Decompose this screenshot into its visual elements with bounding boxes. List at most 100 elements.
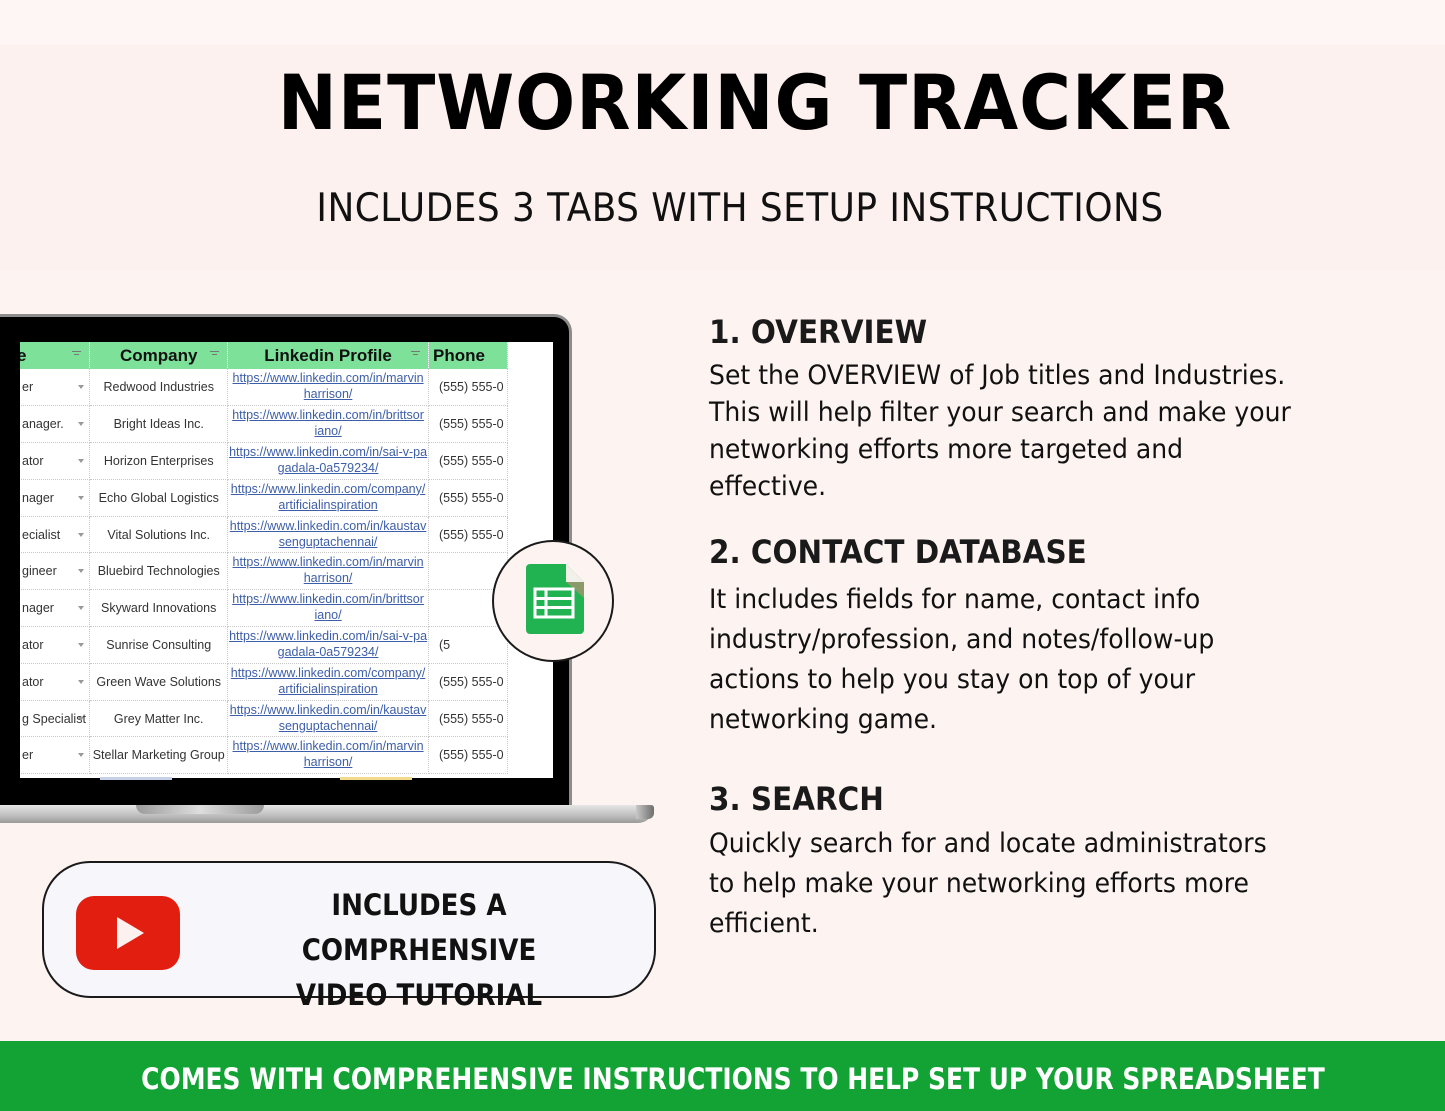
table-row[interactable]: nager Echo Global Logistics https://www.li… — [20, 479, 509, 517]
job-title-cell[interactable]: anager. — [20, 405, 91, 444]
job-title-cell[interactable]: ator — [20, 626, 91, 664]
linkedin-cell[interactable]: https://www.linkedin.com/company/artific… — [227, 479, 429, 517]
filter-icon[interactable] — [410, 351, 420, 358]
table-row[interactable]: ator Horizon Enterprises https://www.linke… — [20, 442, 509, 480]
contacts-table: e Company Linkedin Profile Phone er Redwo… — [20, 342, 509, 775]
linkedin-cell[interactable]: https://www.linkedin.com/in/brittsor iano… — [227, 589, 429, 628]
linkedin-link[interactable]: https://www.linkedin.com/company/ — [228, 481, 427, 497]
linkedin-cell[interactable]: https://www.linkedin.com/in/sai-v-pa gada… — [227, 442, 429, 480]
linkedin-link[interactable]: artificialinspiration — [228, 681, 427, 697]
dropdown-arrow-icon[interactable] — [78, 716, 85, 721]
linkedin-link[interactable]: harrison/ — [228, 570, 427, 586]
job-title-cell[interactable]: er — [20, 369, 91, 407]
company-cell[interactable]: Bluebird Technologies — [89, 552, 229, 591]
job-title-cell[interactable]: gineer — [20, 552, 91, 591]
linkedin-link[interactable]: iano/ — [228, 423, 427, 439]
linkedin-cell[interactable]: https://www.linkedin.com/in/marvin harris… — [227, 369, 429, 407]
dropdown-arrow-icon[interactable] — [78, 385, 85, 390]
linkedin-cell[interactable]: https://www.linkedin.com/in/marvin harris… — [227, 552, 429, 591]
phone-cell[interactable]: (555) 555-0 — [428, 663, 509, 701]
linkedin-link[interactable]: harrison/ — [228, 754, 427, 770]
table-row[interactable]: gineer Bluebird Technologies https://www.l… — [20, 552, 509, 591]
phone-cell[interactable]: (555) 555-0 — [428, 516, 509, 554]
table-row[interactable]: er Redwood Industries https://www.linkedin… — [20, 369, 509, 407]
linkedin-link[interactable]: https://www.linkedin.com/in/brittsor — [228, 591, 427, 607]
job-title-cell[interactable]: nager — [20, 479, 91, 517]
job-title-cell[interactable]: g Specialist — [20, 700, 91, 738]
job-title-cell[interactable]: ecialist — [20, 516, 91, 554]
dropdown-arrow-icon[interactable] — [78, 495, 85, 500]
job-title-cell[interactable]: ator — [20, 663, 91, 701]
linkedin-link[interactable]: artificialinspiration — [228, 497, 427, 513]
company-cell[interactable]: Bright Ideas Inc. — [89, 405, 229, 444]
phone-cell[interactable]: (5 — [428, 626, 509, 664]
table-header-row: e Company Linkedin Profile Phone — [20, 342, 509, 369]
dropdown-arrow-icon[interactable] — [78, 422, 85, 427]
job-title-cell[interactable]: ator — [20, 442, 91, 480]
company-cell[interactable]: Horizon Enterprises — [89, 442, 229, 480]
sheet-tab-strip — [340, 777, 412, 780]
linkedin-link[interactable]: https://www.linkedin.com/in/sai-v-pa — [228, 444, 427, 460]
linkedin-cell[interactable]: https://www.linkedin.com/in/kaustav sengu… — [227, 516, 429, 554]
dropdown-arrow-icon[interactable] — [78, 642, 85, 647]
linkedin-link[interactable]: senguptachennai/ — [228, 534, 427, 550]
dropdown-arrow-icon[interactable] — [78, 606, 85, 611]
phone-cell[interactable]: (555) 555-0 — [428, 442, 509, 480]
table-row[interactable]: nager Skyward Innovations https://www.link… — [20, 589, 509, 628]
linkedin-link[interactable]: https://www.linkedin.com/in/marvin — [228, 370, 427, 386]
company-cell[interactable]: Sunrise Consulting — [89, 626, 229, 664]
linkedin-cell[interactable]: https://www.linkedin.com/in/sai-v-pa gada… — [227, 626, 429, 664]
filter-icon[interactable] — [210, 351, 220, 358]
dropdown-arrow-icon[interactable] — [78, 458, 85, 463]
table-row[interactable]: er Stellar Marketing Group https://www.lin… — [20, 736, 509, 775]
table-row[interactable]: g Specialist Grey Matter Inc. https://www.… — [20, 700, 509, 738]
linkedin-link[interactable]: https://www.linkedin.com/in/kaustav — [228, 702, 427, 718]
linkedin-link[interactable]: iano/ — [228, 607, 427, 623]
linkedin-link[interactable]: gadala-0a579234/ — [228, 460, 427, 476]
linkedin-link[interactable]: https://www.linkedin.com/in/sai-v-pa — [228, 628, 427, 644]
linkedin-link[interactable]: harrison/ — [228, 386, 427, 402]
filter-icon[interactable] — [72, 351, 82, 358]
job-title-cell[interactable]: nager — [20, 589, 91, 628]
table-row[interactable]: ator Green Wave Solutions https://www.link… — [20, 663, 509, 701]
linkedin-cell[interactable]: https://www.linkedin.com/in/brittsor iano… — [227, 405, 429, 444]
company-cell[interactable]: Vital Solutions Inc. — [89, 516, 229, 554]
table-row[interactable]: ecialist Vital Solutions Inc. https://www.… — [20, 516, 509, 554]
company-cell[interactable]: Stellar Marketing Group — [89, 736, 229, 775]
company-cell[interactable]: Redwood Industries — [89, 369, 229, 407]
phone-cell[interactable]: (555) 555-0 — [428, 736, 509, 775]
page-subtitle: INCLUDES 3 TABS WITH SETUP INSTRUCTIONS — [316, 186, 1164, 231]
linkedin-cell[interactable]: https://www.linkedin.com/in/marvin harris… — [227, 736, 429, 775]
dropdown-arrow-icon[interactable] — [78, 679, 85, 684]
phone-cell[interactable]: (555) 555-0 — [428, 700, 509, 738]
linkedin-link[interactable]: https://www.linkedin.com/in/marvin — [228, 738, 427, 754]
video-tutorial-badge[interactable]: INCLUDES A COMPRHENSIVE VIDEO TUTORIAL — [42, 861, 656, 1012]
linkedin-link[interactable]: senguptachennai/ — [228, 718, 427, 734]
linkedin-link[interactable]: gadala-0a579234/ — [228, 644, 427, 660]
phone-cell[interactable]: (555) 555-0 — [428, 369, 509, 407]
dropdown-arrow-icon[interactable] — [78, 753, 85, 758]
linkedin-cell[interactable]: https://www.linkedin.com/company/artific… — [227, 663, 429, 701]
linkedin-link[interactable]: https://www.linkedin.com/in/marvin — [228, 554, 427, 570]
linkedin-cell[interactable]: https://www.linkedin.com/in/kaustav sengu… — [227, 700, 429, 738]
dropdown-arrow-icon[interactable] — [78, 532, 85, 537]
column-header-phone[interactable]: Phone — [428, 342, 509, 369]
company-cell[interactable]: Green Wave Solutions — [89, 663, 229, 701]
table-row[interactable]: ator Sunrise Consulting https://www.linked… — [20, 626, 509, 664]
company-cell[interactable]: Skyward Innovations — [89, 589, 229, 628]
youtube-play-icon[interactable] — [76, 896, 180, 970]
phone-cell[interactable]: (555) 555-0 — [428, 405, 509, 444]
phone-cell[interactable]: (555) 555-0 — [428, 479, 509, 517]
column-header-linkedin[interactable]: Linkedin Profile — [227, 342, 429, 369]
dropdown-arrow-icon[interactable] — [78, 569, 85, 574]
linkedin-link[interactable]: https://www.linkedin.com/in/kaustav — [228, 518, 427, 534]
section-heading: 1. OVERVIEW — [709, 313, 928, 351]
linkedin-link[interactable]: https://www.linkedin.com/in/brittsor — [228, 407, 427, 423]
linkedin-link[interactable]: https://www.linkedin.com/company/ — [228, 665, 427, 681]
table-row[interactable]: anager. Bright Ideas Inc. https://www.link… — [20, 405, 509, 444]
column-header-title[interactable]: e — [20, 342, 91, 369]
column-header-company[interactable]: Company — [89, 342, 229, 369]
company-cell[interactable]: Grey Matter Inc. — [89, 700, 229, 738]
job-title-cell[interactable]: er — [20, 736, 91, 775]
company-cell[interactable]: Echo Global Logistics — [89, 479, 229, 517]
